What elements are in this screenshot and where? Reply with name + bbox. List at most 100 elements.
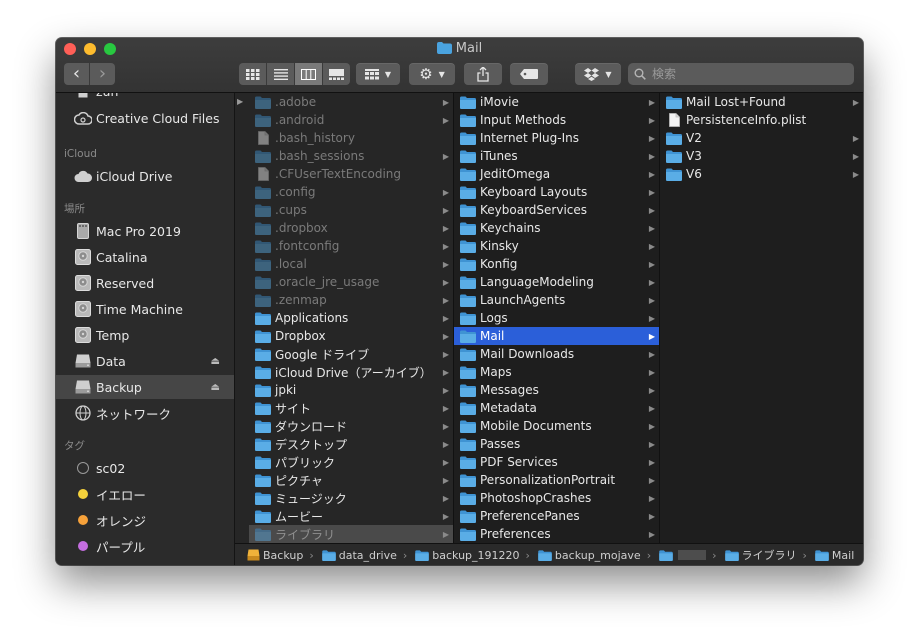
tags-button[interactable]: [510, 63, 548, 85]
list-item[interactable]: iTunes ▶: [460, 147, 659, 165]
search-field[interactable]: [628, 63, 854, 85]
list-item[interactable]: iCloud Drive（アーカイブ） ▶: [255, 363, 453, 381]
list-item[interactable]: jpki ▶: [255, 381, 453, 399]
list-item[interactable]: .oracle_jre_usage ▶: [255, 273, 453, 291]
path-crumb[interactable]: backup_191220: [415, 549, 520, 562]
list-item[interactable]: PersonalizationPortrait ▶: [460, 471, 659, 489]
list-item[interactable]: Konfig ▶: [460, 255, 659, 273]
list-item[interactable]: パブリック ▶: [255, 453, 453, 471]
list-item[interactable]: Preferences ▶: [460, 525, 659, 543]
list-item[interactable]: PhotoshopCrashes ▶: [460, 489, 659, 507]
list-item[interactable]: Internet Plug-Ins ▶: [460, 129, 659, 147]
list-item[interactable]: Maps ▶: [460, 363, 659, 381]
list-item[interactable]: Dropbox ▶: [255, 327, 453, 345]
sidebar-item[interactable]: Backup ⏏: [56, 375, 234, 399]
chevron-right-icon: ▶: [648, 205, 655, 215]
sidebar-item[interactable]: Temp: [56, 323, 234, 347]
path-crumb[interactable]: Mail: [815, 549, 854, 562]
dropbox-button[interactable]: ▼: [575, 63, 621, 85]
sidebar-section-header: iCloud: [64, 148, 97, 160]
list-item[interactable]: ピクチャ ▶: [255, 471, 453, 489]
list-item[interactable]: サイト ▶: [255, 399, 453, 417]
list-item[interactable]: .dropbox ▶: [255, 219, 453, 237]
list-item[interactable]: .bash_history: [255, 129, 453, 147]
sidebar-tag[interactable]: パープル: [56, 534, 234, 558]
list-item[interactable]: PersistenceInfo.plist: [666, 111, 863, 129]
list-item[interactable]: Logs ▶: [460, 309, 659, 327]
path-crumb[interactable]: [659, 549, 707, 561]
sidebar-item[interactable]: Time Machine: [56, 297, 234, 321]
list-item[interactable]: KeyboardServices ▶: [460, 201, 659, 219]
list-item[interactable]: Mail Downloads ▶: [460, 345, 659, 363]
chevron-right-icon: ▶: [442, 457, 449, 467]
column-view-button[interactable]: [295, 63, 323, 85]
list-view-button[interactable]: [267, 63, 295, 85]
list-item[interactable]: .adobe ▶: [255, 93, 453, 111]
list-item[interactable]: .bash_sessions ▶: [255, 147, 453, 165]
sidebar-tag[interactable]: イエロー: [56, 482, 234, 506]
sidebar-item[interactable]: Catalina: [56, 245, 234, 269]
list-item[interactable]: LanguageModeling ▶: [460, 273, 659, 291]
sidebar-item[interactable]: iCloud Drive: [56, 164, 234, 188]
list-item[interactable]: ミュージック ▶: [255, 489, 453, 507]
gallery-view-button[interactable]: [323, 63, 350, 85]
sidebar-item[interactable]: zun: [56, 93, 234, 103]
list-item[interactable]: .cups ▶: [255, 201, 453, 219]
sidebar-item[interactable]: Creative Cloud Files: [56, 106, 234, 130]
tag-dot-icon: [74, 511, 92, 529]
sidebar-tag[interactable]: オレンジ: [56, 508, 234, 532]
list-item[interactable]: .fontconfig ▶: [255, 237, 453, 255]
list-item[interactable]: LaunchAgents ▶: [460, 291, 659, 309]
list-item[interactable]: Google ドライブ ▶: [255, 345, 453, 363]
action-menu-button[interactable]: ⚙ ▼: [409, 63, 455, 85]
list-item[interactable]: Input Methods ▶: [460, 111, 659, 129]
sidebar-tag-label: パープル: [96, 539, 146, 555]
list-item[interactable]: PDF Services ▶: [460, 453, 659, 471]
path-crumb[interactable]: backup_mojave: [538, 549, 641, 562]
list-item[interactable]: .CFUserTextEncoding: [255, 165, 453, 183]
list-item[interactable]: Keyboard Layouts ▶: [460, 183, 659, 201]
list-item[interactable]: Mail Lost+Found ▶: [666, 93, 863, 111]
list-item[interactable]: V2 ▶: [666, 129, 863, 147]
sidebar-tag[interactable]: sc02: [56, 456, 234, 480]
path-crumb[interactable]: Backup: [247, 549, 303, 562]
list-item[interactable]: ムービー ▶: [255, 507, 453, 525]
list-item[interactable]: PreferencePanes ▶: [460, 507, 659, 525]
share-button[interactable]: [464, 63, 502, 85]
search-input[interactable]: [650, 66, 844, 82]
list-item-label: Keychains: [480, 221, 541, 235]
list-item[interactable]: Passes ▶: [460, 435, 659, 453]
list-item[interactable]: Messages ▶: [460, 381, 659, 399]
list-item[interactable]: Mail ▶: [454, 327, 659, 345]
list-item[interactable]: ダウンロード ▶: [255, 417, 453, 435]
sidebar-item[interactable]: ネットワーク: [56, 401, 234, 425]
list-item[interactable]: .android ▶: [255, 111, 453, 129]
list-item[interactable]: .config ▶: [255, 183, 453, 201]
sidebar-item[interactable]: Mac Pro 2019: [56, 219, 234, 243]
column-home: ▶ .adobe ▶ .android ▶ .bash_history .bash_ses…: [235, 93, 454, 543]
icon-view-button[interactable]: [239, 63, 267, 85]
column-gutter: [235, 93, 247, 543]
list-item[interactable]: Metadata ▶: [460, 399, 659, 417]
list-item[interactable]: ライブラリ ▶: [249, 525, 453, 543]
back-button[interactable]: ‹: [64, 63, 90, 85]
list-item[interactable]: V3 ▶: [666, 147, 863, 165]
list-item[interactable]: Applications ▶: [255, 309, 453, 327]
list-item[interactable]: V6 ▶: [666, 165, 863, 183]
list-item[interactable]: Kinsky ▶: [460, 237, 659, 255]
list-item[interactable]: iMovie ▶: [460, 93, 659, 111]
path-crumb[interactable]: ライブラリ: [724, 547, 797, 563]
list-item[interactable]: デスクトップ ▶: [255, 435, 453, 453]
list-item[interactable]: JeditOmega ▶: [460, 165, 659, 183]
forward-button[interactable]: ›: [90, 63, 115, 85]
eject-icon[interactable]: ⏏: [211, 382, 220, 393]
list-item[interactable]: .zenmap ▶: [255, 291, 453, 309]
sidebar-item[interactable]: Reserved: [56, 271, 234, 295]
group-button[interactable]: ▼: [356, 63, 400, 85]
list-item[interactable]: Mobile Documents ▶: [460, 417, 659, 435]
path-crumb[interactable]: data_drive: [321, 549, 397, 562]
list-item[interactable]: Keychains ▶: [460, 219, 659, 237]
sidebar-item[interactable]: Data ⏏: [56, 349, 234, 373]
list-item[interactable]: .local ▶: [255, 255, 453, 273]
eject-icon[interactable]: ⏏: [211, 356, 220, 367]
